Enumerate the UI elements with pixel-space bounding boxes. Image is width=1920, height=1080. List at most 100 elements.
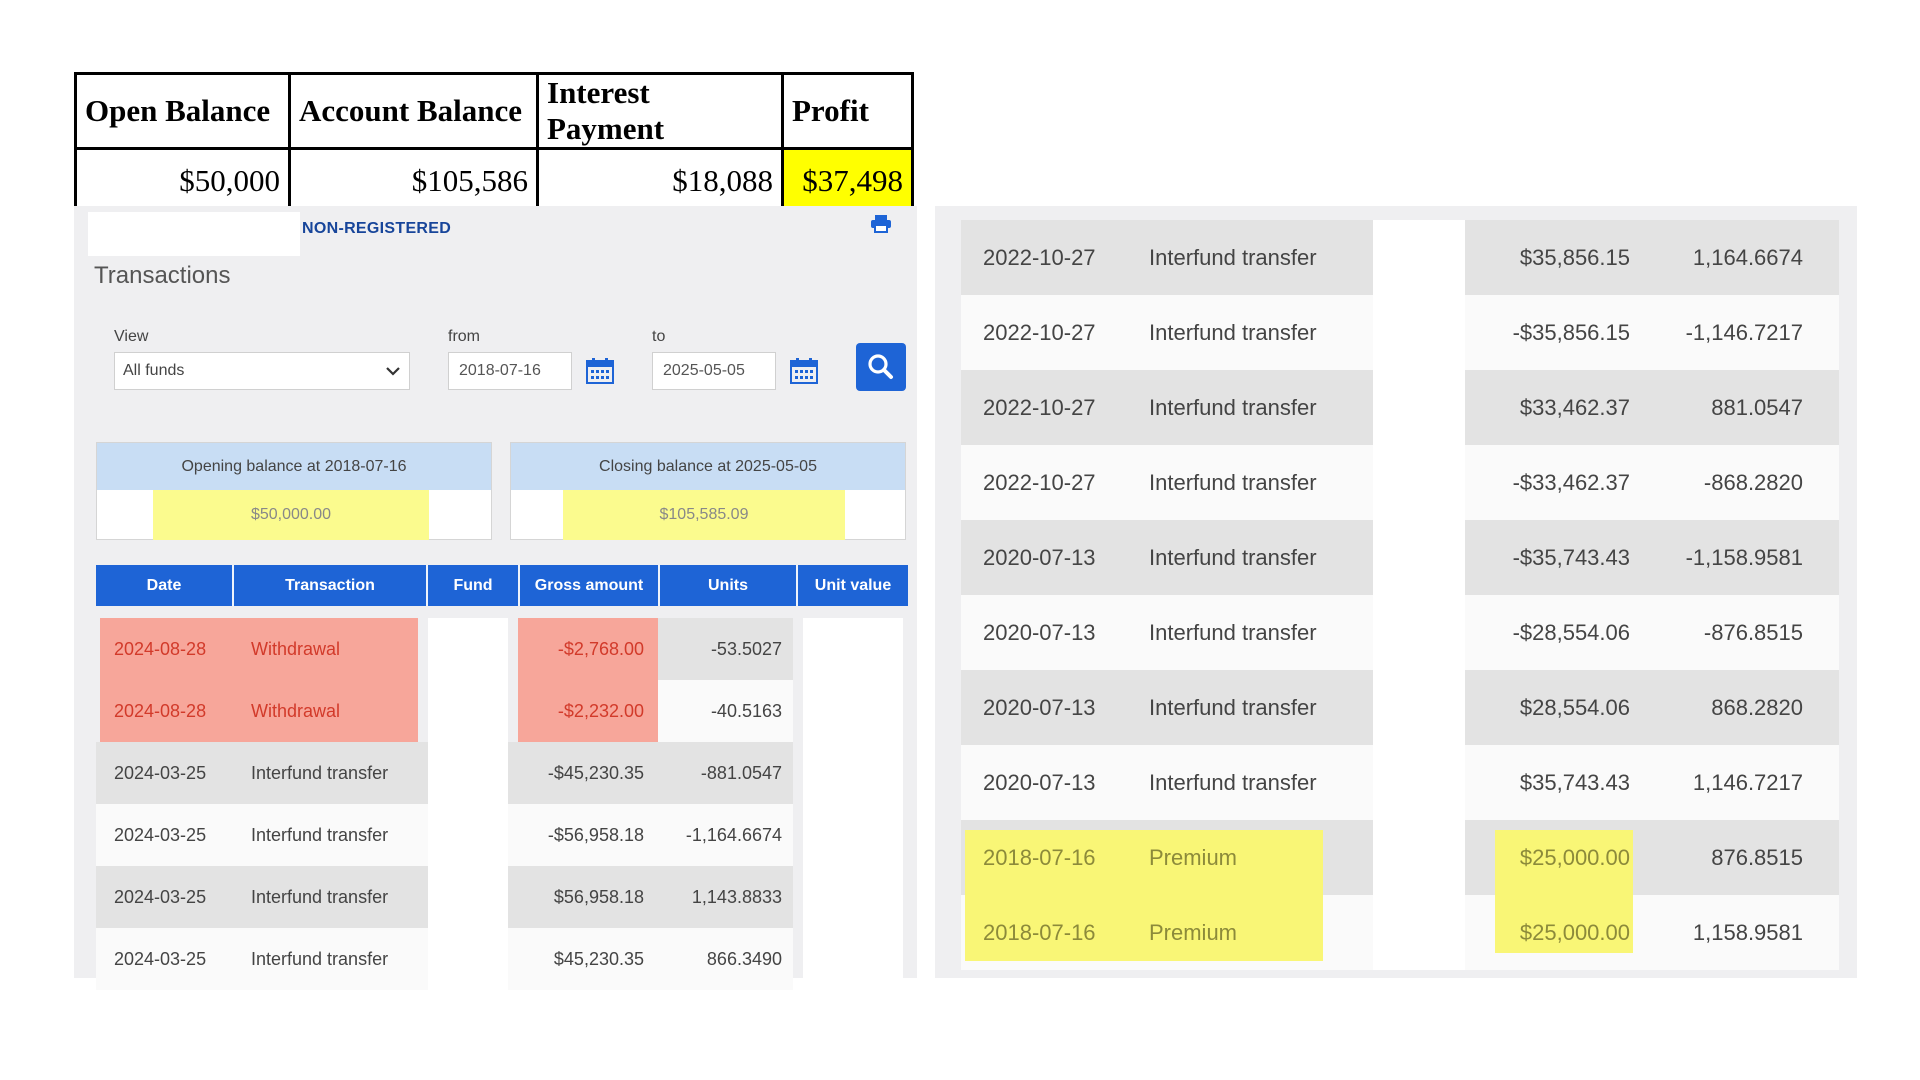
unit-value-redacted	[803, 742, 903, 804]
tx-type: Interfund transfer	[251, 825, 389, 845]
summary-table: Open Balance Account Balance Interest Pa…	[74, 72, 914, 215]
closing-balance-value: $105,585.09	[563, 490, 845, 540]
from-label: from	[448, 328, 480, 345]
column-header-date[interactable]: Date	[96, 565, 234, 606]
tx-date: 2020-07-13	[983, 620, 1096, 645]
calendar-icon[interactable]	[790, 358, 818, 389]
chevron-down-icon	[385, 360, 401, 387]
tx-type: Interfund transfer	[1149, 320, 1317, 345]
closing-balance-box: Closing balance at 2025-05-05 $105,585.0…	[510, 442, 906, 540]
tx-type: Interfund transfer	[1149, 245, 1317, 270]
view-select[interactable]: All funds	[114, 352, 410, 390]
column-header-fund[interactable]: Fund	[428, 565, 520, 606]
table-row[interactable]: 2024-08-28 Withdrawal -$2,232.00 -40.516…	[96, 680, 906, 742]
tx-units: 1,143.8833	[691, 887, 782, 907]
column-header-transaction[interactable]: Transaction	[234, 565, 428, 606]
table-row[interactable]: 2024-03-25 Interfund transfer $45,230.35…	[96, 928, 906, 990]
tx-units: 868.2820	[1711, 695, 1803, 720]
table-row[interactable]: 2024-03-25 Interfund transfer -$56,958.1…	[96, 804, 906, 866]
from-date-input[interactable]: 2018-07-16	[448, 352, 572, 390]
fund-redacted	[428, 804, 508, 866]
tx-units: -881.0547	[700, 763, 782, 783]
tx-units: 1,146.7217	[1692, 770, 1803, 795]
print-icon[interactable]	[870, 214, 892, 239]
fund-redacted	[1373, 520, 1465, 595]
tx-units: 876.8515	[1711, 845, 1803, 870]
fund-redacted	[428, 618, 508, 680]
tx-type: Interfund transfer	[1149, 395, 1317, 420]
table-row[interactable]: 2018-07-16 Premium $25,000.00 1,158.9581	[961, 895, 1839, 970]
tx-type: Premium	[1149, 920, 1238, 945]
unit-value-redacted	[803, 618, 903, 680]
table-row[interactable]: 2022-10-27 Interfund transfer -$33,462.3…	[961, 445, 1839, 520]
tx-type: Withdrawal	[251, 639, 341, 659]
tx-date: 2024-03-25	[114, 825, 207, 845]
account-name-redacted	[88, 212, 300, 256]
summary-value-row: $50,000 $105,586 $18,088 $37,498	[74, 147, 914, 215]
to-label: to	[652, 328, 666, 345]
tx-date: 2022-10-27	[983, 470, 1096, 495]
tx-date: 2018-07-16	[983, 845, 1096, 870]
table-row[interactable]: 2024-03-25 Interfund transfer $56,958.18…	[96, 866, 906, 928]
tx-gross-amount: -$35,743.43	[1512, 545, 1630, 570]
table-row[interactable]: 2020-07-13 Interfund transfer -$28,554.0…	[961, 595, 1839, 670]
tx-type: Interfund transfer	[1149, 470, 1317, 495]
calendar-icon[interactable]	[586, 358, 614, 389]
tx-gross-amount: -$28,554.06	[1512, 620, 1630, 645]
fund-redacted	[428, 742, 508, 804]
tx-date: 2022-10-27	[983, 395, 1096, 420]
summary-header-account-balance: Account Balance	[288, 72, 539, 150]
table-row[interactable]: 2024-03-25 Interfund transfer -$45,230.3…	[96, 742, 906, 804]
table-row[interactable]: 2022-10-27 Interfund transfer $33,462.37…	[961, 370, 1839, 445]
tx-type: Interfund transfer	[251, 763, 389, 783]
tx-gross-amount: -$33,462.37	[1512, 470, 1630, 495]
tx-date: 2020-07-13	[983, 770, 1096, 795]
opening-balance-value: $50,000.00	[153, 490, 429, 540]
tx-units: -40.5163	[710, 701, 782, 721]
table-row[interactable]: 2024-08-28 Withdrawal -$2,768.00 -53.502…	[96, 618, 906, 680]
tx-gross-amount: $25,000.00	[1519, 920, 1630, 945]
search-button[interactable]	[856, 343, 906, 391]
tx-gross-amount: -$2,232.00	[557, 701, 644, 721]
fund-redacted	[1373, 220, 1465, 295]
view-select-value: All funds	[123, 362, 185, 379]
fund-redacted	[428, 866, 508, 928]
tx-units: 881.0547	[1711, 395, 1803, 420]
tx-date: 2024-08-28	[114, 639, 207, 659]
tx-date: 2024-03-25	[114, 887, 207, 907]
tx-gross-amount: -$35,856.15	[1512, 320, 1630, 345]
summary-header-interest-payment: Interest Payment	[536, 72, 784, 150]
summary-header-open-balance: Open Balance	[74, 72, 291, 150]
table-row[interactable]: 2020-07-13 Interfund transfer $35,743.43…	[961, 745, 1839, 820]
tx-type: Withdrawal	[251, 701, 341, 721]
tx-type: Interfund transfer	[1149, 770, 1317, 795]
tx-gross-amount: -$45,230.35	[547, 763, 644, 783]
tx-units: -868.2820	[1703, 470, 1803, 495]
table-row[interactable]: 2022-10-27 Interfund transfer -$35,856.1…	[961, 295, 1839, 370]
view-label: View	[114, 328, 149, 345]
fund-redacted	[1373, 445, 1465, 520]
tx-units: -53.5027	[710, 639, 782, 659]
tx-units: 866.3490	[706, 949, 782, 969]
tx-units: -1,158.9581	[1685, 545, 1803, 570]
summary-account-balance: $105,586	[288, 147, 539, 215]
fund-redacted	[1373, 745, 1465, 820]
tx-gross-amount: -$56,958.18	[547, 825, 644, 845]
column-header-units[interactable]: Units	[660, 565, 798, 606]
tx-type: Interfund transfer	[1149, 695, 1317, 720]
tx-gross-amount: $35,856.15	[1519, 245, 1630, 270]
column-header-unit-value[interactable]: Unit value	[798, 565, 908, 606]
tx-date: 2020-07-13	[983, 695, 1096, 720]
tx-type: Interfund transfer	[251, 949, 389, 969]
table-row[interactable]: 2020-07-13 Interfund transfer $28,554.06…	[961, 670, 1839, 745]
fund-redacted	[428, 928, 508, 990]
table-row[interactable]: 2020-07-13 Interfund transfer -$35,743.4…	[961, 520, 1839, 595]
to-date-input[interactable]: 2025-05-05	[652, 352, 776, 390]
fund-redacted	[1373, 370, 1465, 445]
table-row[interactable]: 2018-07-16 Premium $25,000.00 876.8515	[961, 820, 1839, 895]
unit-value-redacted	[803, 680, 903, 742]
opening-balance-box: Opening balance at 2018-07-16 $50,000.00	[96, 442, 492, 540]
column-header-gross-amount[interactable]: Gross amount	[520, 565, 660, 606]
table-row[interactable]: 2022-10-27 Interfund transfer $35,856.15…	[961, 220, 1839, 295]
tx-date: 2018-07-16	[983, 920, 1096, 945]
